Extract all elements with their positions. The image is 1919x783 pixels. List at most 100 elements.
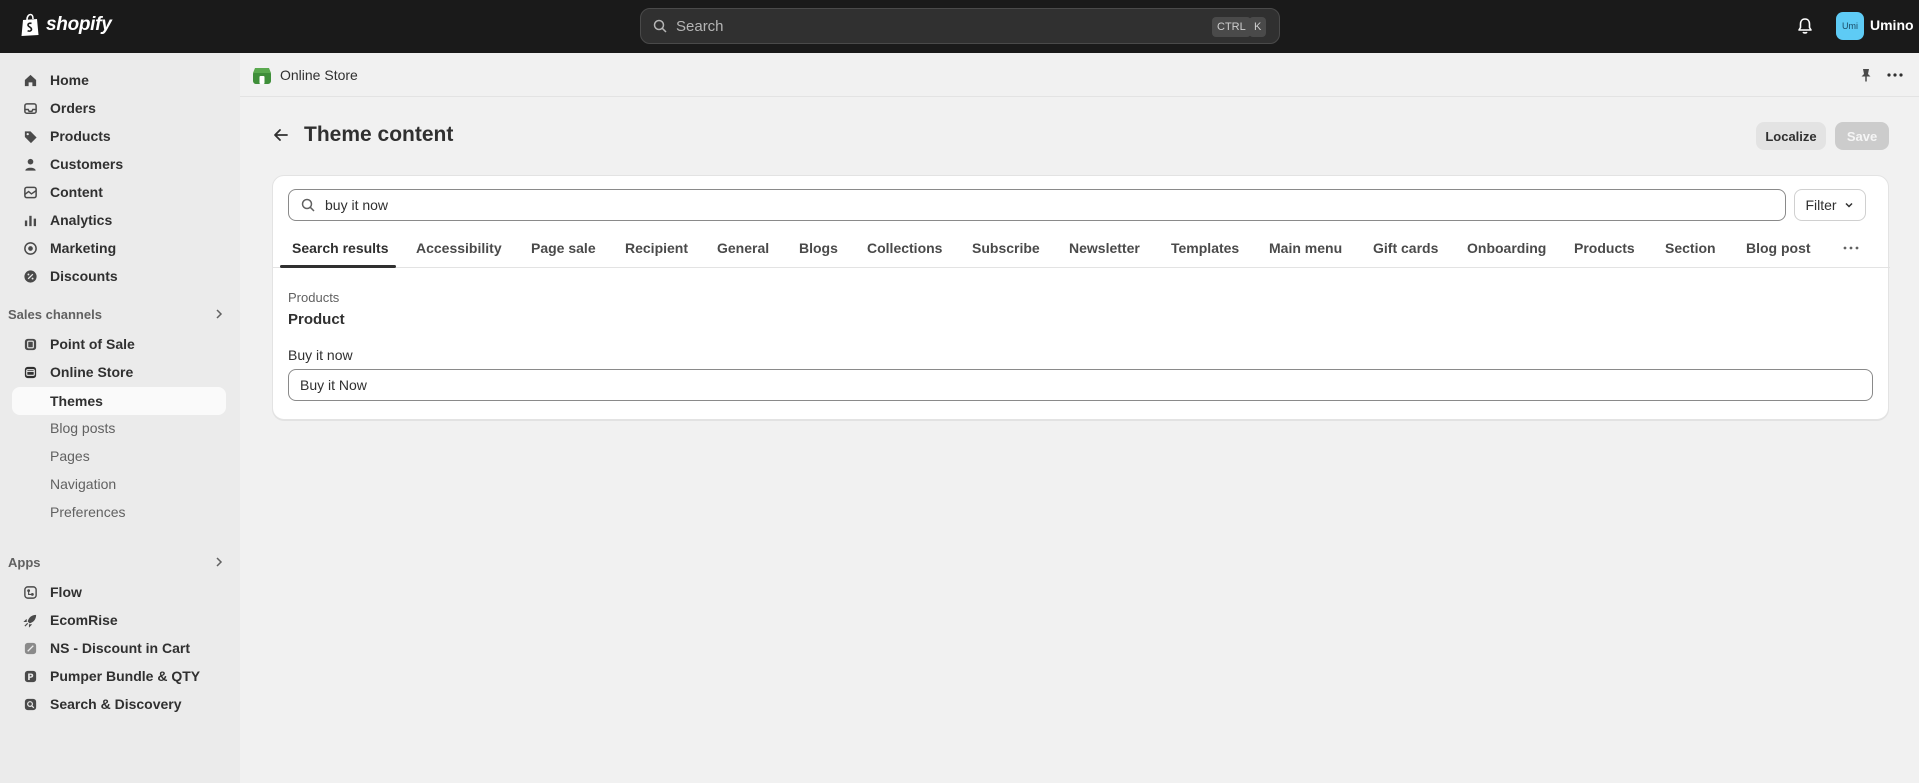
sidebar-item-products[interactable]: Products bbox=[12, 123, 226, 149]
tab-search-results[interactable]: Search results bbox=[292, 228, 389, 268]
tab-newsletter[interactable]: Newsletter bbox=[1069, 228, 1140, 268]
target-icon bbox=[22, 240, 38, 256]
tab-accessibility[interactable]: Accessibility bbox=[416, 228, 502, 268]
sidebar-item-orders[interactable]: Orders bbox=[12, 95, 226, 121]
pin-icon[interactable] bbox=[1858, 67, 1874, 83]
sidebar-item-ecomrise[interactable]: EcomRise bbox=[12, 607, 226, 633]
chevron-right-icon bbox=[216, 309, 223, 319]
sidebar-item-themes[interactable]: Themes bbox=[12, 387, 226, 415]
sidebar-item-analytics[interactable]: Analytics bbox=[12, 207, 226, 233]
pumper-app-icon: P bbox=[22, 668, 38, 684]
sidebar-item-flow[interactable]: Flow bbox=[12, 579, 226, 605]
sidebar-item-online-store[interactable]: Online Store bbox=[12, 359, 226, 385]
sidebar-item-label: Point of Sale bbox=[50, 336, 135, 352]
flow-icon bbox=[22, 584, 38, 600]
result-title: Product bbox=[288, 311, 345, 328]
tab-onboarding[interactable]: Onboarding bbox=[1467, 228, 1546, 268]
tab-page-sale[interactable]: Page sale bbox=[531, 228, 596, 268]
sidebar-item-blog-posts[interactable]: Blog posts bbox=[12, 415, 226, 441]
rocket-icon bbox=[22, 612, 38, 628]
sidebar-item-label: Search & Discovery bbox=[50, 696, 182, 712]
sidebar-item-label: Products bbox=[50, 128, 111, 144]
search-icon bbox=[301, 198, 315, 212]
sidebar-item-label: Navigation bbox=[50, 476, 117, 492]
search-discovery-icon bbox=[22, 696, 38, 712]
bar-chart-icon bbox=[22, 212, 38, 228]
search-placeholder: Search bbox=[676, 17, 724, 35]
theme-content-card: buy it now Filter Search results Accessi… bbox=[272, 175, 1890, 420]
sidebar-item-preferences[interactable]: Preferences bbox=[12, 499, 226, 525]
tab-general[interactable]: General bbox=[717, 228, 769, 268]
back-arrow-icon[interactable] bbox=[272, 126, 290, 144]
sidebar-item-ns-discount[interactable]: NS - Discount in Cart bbox=[12, 635, 226, 661]
buy-it-now-field[interactable]: Buy it Now bbox=[288, 369, 1873, 401]
localize-button[interactable]: Localize bbox=[1756, 122, 1826, 150]
subheader-title: Online Store bbox=[280, 67, 358, 83]
section-tabs: Search results Accessibility Page sale R… bbox=[273, 228, 1890, 268]
sidebar-item-label: Themes bbox=[50, 393, 103, 409]
user-name[interactable]: Umino bbox=[1870, 17, 1914, 33]
shopify-logo[interactable]: shopify bbox=[20, 13, 112, 37]
sidebar-item-label: Marketing bbox=[50, 240, 117, 256]
field-label: Buy it now bbox=[288, 347, 353, 363]
search-value: buy it now bbox=[325, 197, 389, 213]
tab-products[interactable]: Products bbox=[1574, 228, 1635, 268]
tab-recipient[interactable]: Recipient bbox=[625, 228, 688, 268]
sidebar-item-label: Analytics bbox=[50, 212, 113, 228]
tab-templates[interactable]: Templates bbox=[1171, 228, 1239, 268]
shortcut-ctrl-key: CTRL bbox=[1212, 17, 1251, 37]
sidebar-item-search-discovery[interactable]: Search & Discovery bbox=[12, 691, 226, 717]
sidebar-item-label: Customers bbox=[50, 156, 124, 172]
sidebar-item-label: Preferences bbox=[50, 504, 126, 520]
global-search-input[interactable]: Search CTRL K bbox=[640, 8, 1280, 44]
sidebar-item-label: Online Store bbox=[50, 364, 134, 380]
apps-header[interactable]: Apps bbox=[8, 551, 226, 573]
sidebar-item-home[interactable]: Home bbox=[12, 67, 226, 93]
sidebar-item-marketing[interactable]: Marketing bbox=[12, 235, 226, 261]
sidebar-item-label: Pumper Bundle & QTY bbox=[50, 668, 201, 684]
page-header: Theme content bbox=[272, 123, 453, 147]
sales-channels-header[interactable]: Sales channels bbox=[8, 303, 226, 325]
sidebar-item-navigation[interactable]: Navigation bbox=[12, 471, 226, 497]
sidebar-item-label: Blog posts bbox=[50, 420, 116, 436]
more-horizontal-icon[interactable] bbox=[1886, 67, 1904, 83]
sidebar-item-customers[interactable]: Customers bbox=[12, 151, 226, 177]
sidebar-item-pages[interactable]: Pages bbox=[12, 443, 226, 469]
sidebar-item-label: EcomRise bbox=[50, 612, 118, 628]
sidebar-item-discounts[interactable]: Discounts bbox=[12, 263, 226, 289]
more-tabs-icon[interactable] bbox=[1842, 240, 1860, 256]
inbox-icon bbox=[22, 100, 38, 116]
notification-bell-icon[interactable] bbox=[1795, 16, 1815, 36]
top-bar: shopify Search CTRL K Umi Umino bbox=[0, 0, 1919, 53]
sidebar-item-point-of-sale[interactable]: Point of Sale bbox=[12, 331, 226, 357]
filter-button[interactable]: Filter bbox=[1794, 189, 1866, 221]
app-subheader: Online Store bbox=[240, 53, 1919, 97]
shopify-bag-icon bbox=[21, 13, 39, 36]
chevron-right-icon bbox=[216, 557, 223, 567]
section-label: Sales channels bbox=[8, 306, 102, 322]
shortcut-k-key: K bbox=[1249, 17, 1267, 37]
sidebar-item-label: Flow bbox=[50, 584, 82, 600]
tab-blog-post[interactable]: Blog post bbox=[1746, 228, 1811, 268]
sidebar-item-content[interactable]: Content bbox=[12, 179, 226, 205]
tab-main-menu[interactable]: Main menu bbox=[1269, 228, 1342, 268]
tab-section[interactable]: Section bbox=[1665, 228, 1716, 268]
tab-collections[interactable]: Collections bbox=[867, 228, 942, 268]
tab-subscribe[interactable]: Subscribe bbox=[972, 228, 1040, 268]
save-button[interactable]: Save bbox=[1835, 122, 1889, 150]
discount-icon bbox=[22, 268, 38, 284]
sidebar-item-pumper-bundle[interactable]: P Pumper Bundle & QTY bbox=[12, 663, 226, 689]
ns-app-icon bbox=[22, 640, 38, 656]
main-content: Online Store Theme content Localize Save… bbox=[240, 53, 1919, 783]
tab-blogs[interactable]: Blogs bbox=[799, 228, 838, 268]
content-icon bbox=[22, 184, 38, 200]
user-avatar[interactable]: Umi bbox=[1836, 12, 1864, 40]
tag-icon bbox=[22, 128, 38, 144]
content-search-input[interactable]: buy it now bbox=[288, 189, 1786, 221]
tab-gift-cards[interactable]: Gift cards bbox=[1373, 228, 1438, 268]
store-icon bbox=[22, 364, 38, 380]
